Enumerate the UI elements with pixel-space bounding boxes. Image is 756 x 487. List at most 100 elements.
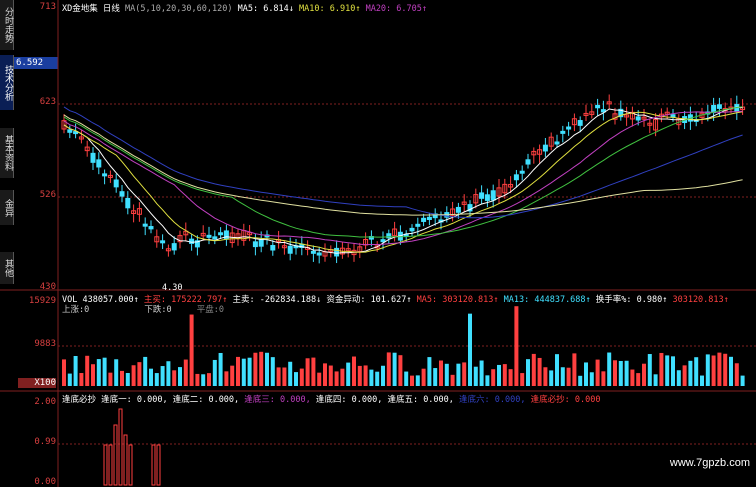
candle-body xyxy=(595,104,601,109)
volume-bar xyxy=(729,356,733,386)
volume-bar xyxy=(688,360,693,386)
volume-bar xyxy=(439,360,443,386)
candle-body xyxy=(148,226,154,230)
volume-bar xyxy=(485,375,490,386)
volume-bar xyxy=(468,313,472,386)
volume-bar xyxy=(357,365,362,386)
volume-bar xyxy=(647,354,652,386)
volume-bar xyxy=(676,370,681,386)
volume-bar xyxy=(149,368,153,386)
volume-bar xyxy=(665,355,670,386)
volume-bar xyxy=(67,373,72,386)
volume-bar xyxy=(410,375,414,386)
watermark: www.7gpzb.com xyxy=(669,457,750,469)
volume-bar xyxy=(607,352,612,386)
volume-bar xyxy=(120,370,124,386)
volume-bar xyxy=(189,314,194,386)
ma120-line xyxy=(63,114,743,216)
volume-bar xyxy=(288,361,293,386)
indicator-bar xyxy=(123,434,128,486)
volume-bar xyxy=(421,368,426,386)
volume-bar xyxy=(253,352,258,386)
volume-bar xyxy=(723,353,728,386)
candle-body xyxy=(223,230,229,240)
candle-body xyxy=(142,223,148,227)
volume-bar xyxy=(560,367,565,386)
volume-bar xyxy=(694,357,699,386)
volume-bar xyxy=(282,367,287,386)
candle-body xyxy=(258,238,264,247)
candle-body xyxy=(566,126,572,130)
ma10-line xyxy=(63,111,743,253)
candle-body xyxy=(218,232,224,236)
candle-body xyxy=(560,130,566,134)
volume-bar xyxy=(543,367,548,386)
candle-body xyxy=(513,174,519,181)
candle-body xyxy=(252,241,258,248)
volume-bar xyxy=(508,369,513,386)
candle-body xyxy=(160,240,166,244)
volume-bar xyxy=(740,375,745,386)
candle-body xyxy=(635,116,641,121)
volume-bar xyxy=(172,370,177,386)
candle-body xyxy=(113,179,119,188)
volume-bar xyxy=(207,373,211,386)
volume-bar xyxy=(734,363,739,386)
candle-body xyxy=(542,144,548,152)
candle-body xyxy=(119,191,125,197)
indicator-bar xyxy=(128,444,133,486)
volume-bar xyxy=(178,367,182,386)
candle-body xyxy=(125,197,131,209)
ma60-line xyxy=(63,106,743,219)
volume-bar xyxy=(398,355,403,386)
candle-body xyxy=(310,250,316,254)
volume-bar xyxy=(166,361,171,386)
volume-bar xyxy=(212,359,217,386)
volume-bar xyxy=(595,359,600,386)
volume-bar xyxy=(73,356,78,386)
volume-bar xyxy=(415,375,420,386)
volume-bar xyxy=(131,365,136,386)
volume-bar xyxy=(682,365,687,386)
volume-bar xyxy=(526,359,530,386)
candle-body xyxy=(577,120,583,126)
low-price-label: 4.30 xyxy=(162,283,183,293)
candle-body xyxy=(716,104,722,109)
candle-body xyxy=(67,129,73,133)
volume-bar xyxy=(195,373,200,386)
volume-bar xyxy=(671,356,675,386)
volume-bar xyxy=(717,352,722,386)
candle-body xyxy=(479,192,485,199)
volume-bar xyxy=(386,352,391,386)
volume-bar xyxy=(201,374,206,386)
volume-bar xyxy=(589,372,594,386)
volume-bar xyxy=(96,359,101,386)
volume-bar xyxy=(334,371,339,386)
volume-bar xyxy=(433,368,438,386)
volume-bar xyxy=(265,352,269,386)
volume-bar xyxy=(479,360,484,386)
volume-bar xyxy=(514,306,519,386)
volume-bar xyxy=(91,364,95,386)
volume-bar xyxy=(154,373,159,386)
candle-body xyxy=(409,227,415,232)
volume-bar xyxy=(497,364,501,386)
volume-bar xyxy=(323,363,327,386)
volume-bar xyxy=(700,375,704,386)
volume-bar xyxy=(427,357,432,386)
stock-chart-window: 分时走势 技术分析 基本资料 金异 其他 713 6.592 623 526 4… xyxy=(0,0,756,487)
volume-bar xyxy=(346,362,351,386)
volume-bar xyxy=(230,365,235,386)
volume-bar xyxy=(572,353,577,386)
volume-bar xyxy=(531,353,536,386)
volume-bar xyxy=(456,363,461,386)
candle-body xyxy=(171,243,177,251)
ma30-line xyxy=(63,106,743,238)
candle-body xyxy=(102,173,108,177)
volume-bar xyxy=(352,356,356,386)
indicator-bar xyxy=(113,424,118,486)
volume-bar xyxy=(340,368,345,386)
volume-bar xyxy=(108,372,113,386)
chart-canvas[interactable] xyxy=(0,0,756,487)
volume-bar xyxy=(659,352,664,386)
